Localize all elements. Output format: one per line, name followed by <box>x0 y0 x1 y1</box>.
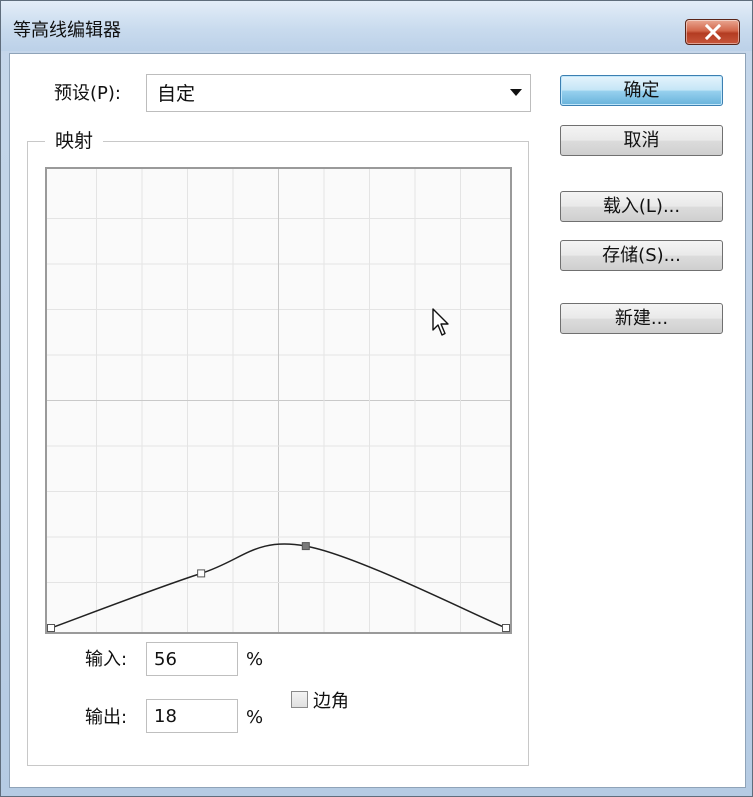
dialog-body: 预设(P): 自定 映射 输入: 56 % 输出: 18 % 边角 确定 取消 … <box>9 53 746 788</box>
grid-lines <box>47 169 510 632</box>
ok-button[interactable]: 确定 <box>560 75 723 106</box>
preset-value: 自定 <box>157 83 196 105</box>
output-field[interactable]: 18 <box>146 699 238 733</box>
mouse-pointer-icon <box>432 308 449 336</box>
new-button[interactable]: 新建... <box>560 303 723 334</box>
curve-point-handle[interactable] <box>301 542 310 551</box>
load-button[interactable]: 载入(L)... <box>560 191 723 222</box>
input-label: 输入: <box>85 649 128 670</box>
window-title: 等高线编辑器 <box>13 20 121 41</box>
preset-label: 预设(P): <box>54 83 121 104</box>
curve-point-handle[interactable] <box>47 624 55 632</box>
save-button[interactable]: 存储(S)... <box>560 240 723 271</box>
curve-point-handle[interactable] <box>197 569 206 578</box>
curve-graph[interactable] <box>45 167 512 634</box>
title-bar[interactable]: 等高线编辑器 <box>1 1 752 51</box>
close-button[interactable] <box>685 19 740 45</box>
close-icon <box>704 24 722 40</box>
corner-checkbox[interactable] <box>291 691 308 708</box>
mapping-group: 映射 输入: 56 % 输出: 18 % <box>27 127 529 766</box>
chevron-down-icon <box>510 89 522 96</box>
curve-point-handle[interactable] <box>502 624 510 632</box>
output-percent: % <box>246 707 264 728</box>
curve-canvas[interactable] <box>47 169 510 632</box>
corner-label[interactable]: 边角 <box>313 690 349 714</box>
cancel-button[interactable]: 取消 <box>560 125 723 156</box>
input-field[interactable]: 56 <box>146 642 238 676</box>
input-percent: % <box>246 649 264 670</box>
mapping-legend: 映射 <box>45 127 104 155</box>
output-value: 18 <box>154 706 177 727</box>
output-label: 输出: <box>85 707 128 728</box>
preset-dropdown[interactable]: 自定 <box>146 74 531 112</box>
input-value: 56 <box>154 649 177 670</box>
contour-editor-window: 等高线编辑器 预设(P): 自定 映射 输入: 56 % 输出: 18 % 边角… <box>0 0 753 797</box>
